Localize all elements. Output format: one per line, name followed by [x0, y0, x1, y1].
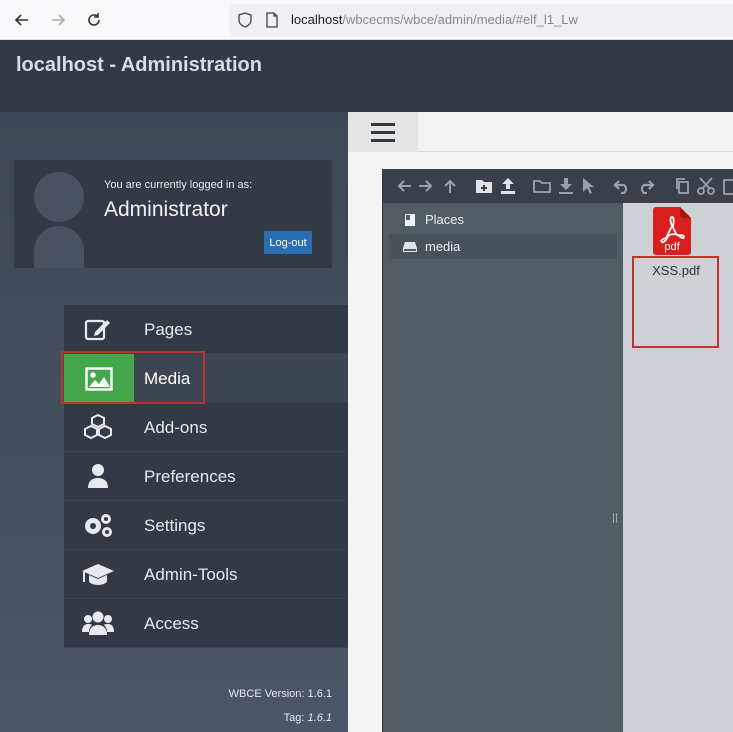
navbar-resize-handle[interactable]	[613, 513, 617, 523]
open-folder-icon[interactable]	[533, 177, 551, 195]
content-topbar	[348, 112, 733, 152]
cut-icon[interactable]	[697, 177, 715, 195]
app-header: localhost - Administration	[0, 40, 733, 112]
file-manager-navbar: Places media	[383, 203, 623, 732]
drive-icon	[403, 240, 417, 254]
nav-item-places[interactable]: Places	[389, 207, 617, 232]
url-host: localhost	[291, 12, 343, 27]
menu-item-label: Add-ons	[144, 418, 208, 437]
user-icon	[78, 459, 118, 493]
menu-item-admin-tools[interactable]: Admin-Tools	[64, 550, 348, 599]
edit-icon	[78, 312, 118, 346]
copy-icon[interactable]	[673, 177, 691, 195]
paste-icon[interactable]	[721, 177, 733, 195]
menu-item-label: Pages	[144, 320, 193, 339]
shield-icon[interactable]	[237, 12, 253, 33]
menu-item-pages[interactable]: Pages	[64, 305, 348, 354]
upload-icon[interactable]	[499, 177, 517, 195]
page-title: localhost - Administration	[16, 54, 262, 76]
version-label: WBCE Version: 1.6.1	[228, 688, 332, 700]
graduation-cap-icon	[78, 557, 118, 591]
file-list: pdf XSS.pdf	[623, 203, 733, 732]
file-manager: Places media pdf XSS.pdf	[382, 169, 733, 732]
user-info-panel: You are currently logged in as: Administ…	[14, 160, 332, 268]
tag-label: Tag: 1.6.1	[284, 712, 332, 724]
logout-button[interactable]: Log-out	[264, 231, 312, 254]
hamburger-menu-button[interactable]	[348, 112, 418, 152]
back-icon[interactable]	[395, 177, 413, 195]
pdf-file-icon: pdf	[653, 207, 691, 255]
tag-prefix: Tag:	[283, 712, 305, 724]
download-icon[interactable]	[557, 177, 575, 195]
cubes-icon	[78, 410, 118, 444]
url-path: /wbcecms/wbce/admin/media/#elf_l1_Lw	[342, 12, 578, 27]
logged-in-label: You are currently logged in as:	[104, 179, 253, 191]
file-name: XSS.pdf	[652, 263, 700, 278]
menu-item-addons[interactable]: Add-ons	[64, 403, 348, 452]
url-text: localhost/wbcecms/wbce/admin/media/#elf_…	[291, 12, 578, 27]
address-bar[interactable]: localhost/wbcecms/wbce/admin/media/#elf_…	[229, 4, 733, 36]
file-manager-toolbar	[383, 169, 733, 203]
menu-item-label: Media	[144, 369, 191, 388]
new-folder-icon[interactable]	[475, 177, 493, 195]
menu-item-settings[interactable]: Settings	[64, 501, 348, 550]
menu-item-label: Settings	[144, 516, 206, 535]
menu-item-label: Preferences	[144, 467, 236, 486]
avatar	[34, 172, 84, 268]
menu-item-label: Access	[144, 614, 199, 633]
pdf-type-label: pdf	[664, 241, 680, 253]
places-icon	[403, 213, 417, 227]
user-name: Administrator	[104, 198, 228, 221]
browser-toolbar: localhost/wbcecms/wbce/admin/media/#elf_…	[0, 0, 733, 40]
main-content: Places media pdf XSS.pdf	[348, 112, 733, 732]
menu-item-preferences[interactable]: Preferences	[64, 452, 348, 501]
menu-item-access[interactable]: Access	[64, 599, 348, 648]
tag-value: 1.6.1	[307, 712, 332, 724]
page-info-icon[interactable]	[265, 12, 279, 33]
undo-icon[interactable]	[613, 177, 631, 195]
image-icon	[64, 354, 134, 403]
sidebar: You are currently logged in as: Administ…	[0, 112, 348, 732]
nav-item-label: Places	[425, 212, 465, 227]
forward-icon[interactable]	[417, 177, 435, 195]
select-cursor-icon[interactable]	[579, 177, 597, 195]
back-icon[interactable]	[10, 8, 34, 32]
nav-item-label: media	[425, 239, 461, 254]
menu-item-label: Admin-Tools	[144, 565, 238, 584]
reload-icon[interactable]	[82, 8, 106, 32]
menu-item-media[interactable]: Media	[64, 354, 348, 403]
users-icon	[78, 606, 118, 640]
file-item[interactable]: pdf XSS.pdf	[633, 203, 719, 291]
gears-icon	[78, 508, 118, 542]
forward-icon[interactable]	[46, 8, 70, 32]
nav-item-media[interactable]: media	[389, 234, 617, 259]
up-icon[interactable]	[441, 177, 459, 195]
main-menu: Pages Media Add-ons Preferences Settings	[64, 305, 348, 648]
redo-icon[interactable]	[637, 177, 655, 195]
